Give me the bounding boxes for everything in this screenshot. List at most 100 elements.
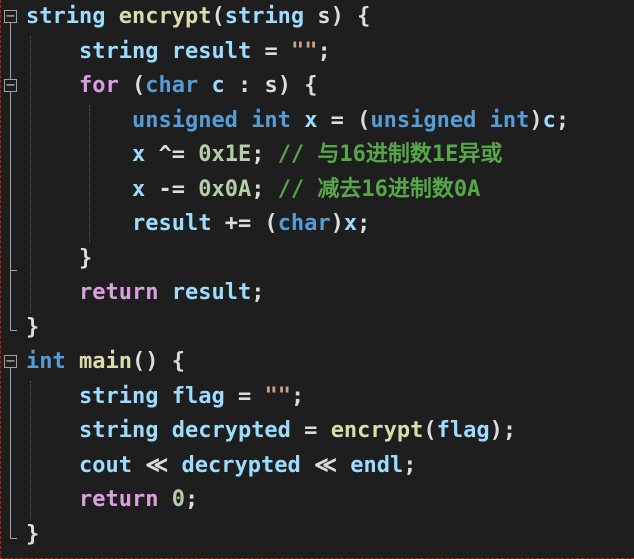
fold-toggle-for[interactable]: −	[4, 79, 17, 92]
code-token: ;	[184, 487, 199, 512]
code-line[interactable]: x -= 0x0A; // 减去16进制数0A	[1, 173, 634, 208]
code-token: c	[542, 107, 556, 133]
code-line-text: int main() {	[26, 345, 185, 380]
code-token: );	[489, 418, 517, 443]
code-token: ≪	[300, 452, 351, 478]
code-line[interactable]: }	[1, 518, 634, 553]
code-token: =	[224, 383, 265, 409]
code-line-text: x ^= 0x1E; // 与16进制数1E异或	[26, 138, 502, 173]
code-line[interactable]: return result;	[1, 276, 634, 311]
code-token: 0x1E	[198, 142, 252, 167]
code-line-text: x -= 0x0A; // 减去16进制数0A	[26, 173, 480, 208]
indent-guide	[89, 105, 90, 243]
code-line[interactable]: for (char c : s) {	[1, 69, 634, 104]
code-token: (	[423, 418, 437, 443]
code-token: 0x0A	[198, 176, 252, 202]
code-token: () {	[131, 349, 185, 374]
code-line[interactable]: cout ≪ decrypted ≪ endl;	[1, 449, 634, 484]
code-line-text: result += (char)x;	[26, 207, 370, 242]
code-token: decrypted	[181, 452, 301, 478]
code-token: encrypt	[330, 418, 424, 443]
code-token: encrypt	[118, 4, 212, 29]
fold-toggle-encrypt[interactable]: −	[4, 10, 17, 23]
code-token: ;	[251, 176, 278, 202]
minus-box-icon: −	[5, 354, 16, 369]
code-token: return	[78, 487, 159, 512]
fold-range-encrypt	[10, 23, 11, 330]
code-token: decrypted	[171, 418, 291, 443]
code-token: ;	[251, 280, 265, 305]
fold-range-main	[10, 368, 11, 538]
code-token: x	[304, 107, 318, 133]
code-token: c	[211, 73, 225, 98]
code-token: string	[78, 38, 159, 64]
code-line-text: }	[26, 242, 92, 277]
fold-toggle-main[interactable]: −	[4, 355, 17, 368]
code-line[interactable]: }	[1, 242, 634, 277]
code-line[interactable]: string encrypt(string s) {	[1, 0, 634, 35]
code-line[interactable]: result += (char)x;	[1, 207, 634, 242]
code-token: ≪	[131, 452, 182, 478]
code-token: string	[224, 4, 305, 29]
code-token: -=	[145, 176, 199, 202]
code-line[interactable]: return 0;	[1, 483, 634, 518]
code-token: char	[277, 211, 331, 236]
code-token: string	[78, 418, 159, 443]
code-line[interactable]: unsigned int x = (unsigned int)c;	[1, 104, 634, 139]
code-token: int	[251, 107, 291, 133]
code-token: string	[26, 4, 106, 29]
fold-end-main	[10, 538, 17, 539]
fold-end-for	[10, 270, 17, 271]
code-token: 0	[171, 487, 185, 512]
code-token: // 与16进制数1E异或	[277, 142, 503, 167]
code-editor[interactable]: string encrypt(string s) { string result…	[0, 0, 634, 559]
code-token: string	[78, 383, 159, 409]
minus-box-icon: −	[5, 9, 16, 24]
code-token: result	[171, 38, 252, 64]
code-token: x	[131, 142, 146, 167]
code-line[interactable]: }	[1, 311, 634, 346]
code-token: // 减去16进制数0A	[277, 176, 481, 202]
code-line[interactable]: int main() {	[1, 345, 634, 380]
code-line-text: for (char c : s) {	[26, 69, 317, 104]
code-line[interactable]: x ^= 0x1E; // 与16进制数1E异或	[1, 138, 634, 173]
code-line-text: }	[26, 311, 39, 346]
code-token: for	[78, 73, 119, 98]
code-token: = (	[317, 107, 371, 133]
code-token: ;	[251, 142, 278, 167]
code-token: result	[171, 280, 252, 305]
code-token: main	[79, 349, 132, 374]
code-token: x	[131, 176, 146, 202]
code-token: ;	[317, 38, 331, 64]
code-line-text: string encrypt(string s) {	[26, 0, 370, 35]
code-token: ;	[357, 211, 371, 236]
code-token: (	[211, 4, 225, 29]
code-line-text: unsigned int x = (unsigned int)c;	[26, 104, 569, 139]
code-line[interactable]: string flag = "";	[1, 380, 634, 415]
code-token: s) {	[304, 4, 371, 29]
code-line[interactable]: string decrypted = encrypt(flag);	[1, 414, 634, 449]
code-token: unsigned	[370, 107, 477, 133]
code-token: }	[26, 521, 40, 547]
code-token: int	[26, 349, 66, 374]
code-line-text: cout ≪ decrypted ≪ endl;	[26, 449, 417, 484]
code-line-text: string decrypted = encrypt(flag);	[26, 414, 516, 449]
code-line[interactable]: string result = "";	[1, 35, 634, 70]
